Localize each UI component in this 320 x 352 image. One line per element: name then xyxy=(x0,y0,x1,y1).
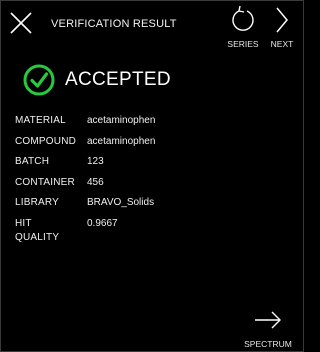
close-icon xyxy=(10,12,32,34)
result-window: VERIFICATION RESULT SERIES NEXT ACCEPTED… xyxy=(0,0,304,352)
status-banner: ACCEPTED xyxy=(23,63,171,97)
detail-key: HIT QUALITY xyxy=(15,217,60,243)
refresh-icon xyxy=(232,5,254,31)
detail-key: COMPOUND xyxy=(15,135,77,147)
detail-value: 0.9667 xyxy=(87,217,118,229)
spectrum-label: SPECTRUM xyxy=(244,339,292,349)
page-title: VERIFICATION RESULT xyxy=(51,18,177,30)
series-button[interactable]: SERIES xyxy=(225,5,261,49)
detail-key: MATERIAL xyxy=(15,115,66,126)
detail-key: BATCH xyxy=(15,156,50,167)
check-circle-icon xyxy=(23,64,55,96)
chevron-right-icon xyxy=(276,7,288,33)
series-label: SERIES xyxy=(227,39,259,49)
next-button[interactable]: NEXT xyxy=(265,5,299,49)
arrow-right-icon xyxy=(255,311,281,329)
detail-value: 456 xyxy=(87,176,104,188)
spectrum-button[interactable]: SPECTRUM xyxy=(241,309,295,349)
detail-value: BRAVO_Solids xyxy=(87,197,155,208)
detail-key: CONTAINER xyxy=(15,176,75,188)
next-label: NEXT xyxy=(270,39,294,49)
close-button[interactable] xyxy=(9,11,33,35)
detail-value: acetaminophen xyxy=(87,135,156,147)
detail-key: LIBRARY xyxy=(15,197,60,208)
status-text: ACCEPTED xyxy=(65,69,171,90)
detail-value: acetaminophen xyxy=(87,115,156,126)
detail-value: 123 xyxy=(87,156,104,167)
